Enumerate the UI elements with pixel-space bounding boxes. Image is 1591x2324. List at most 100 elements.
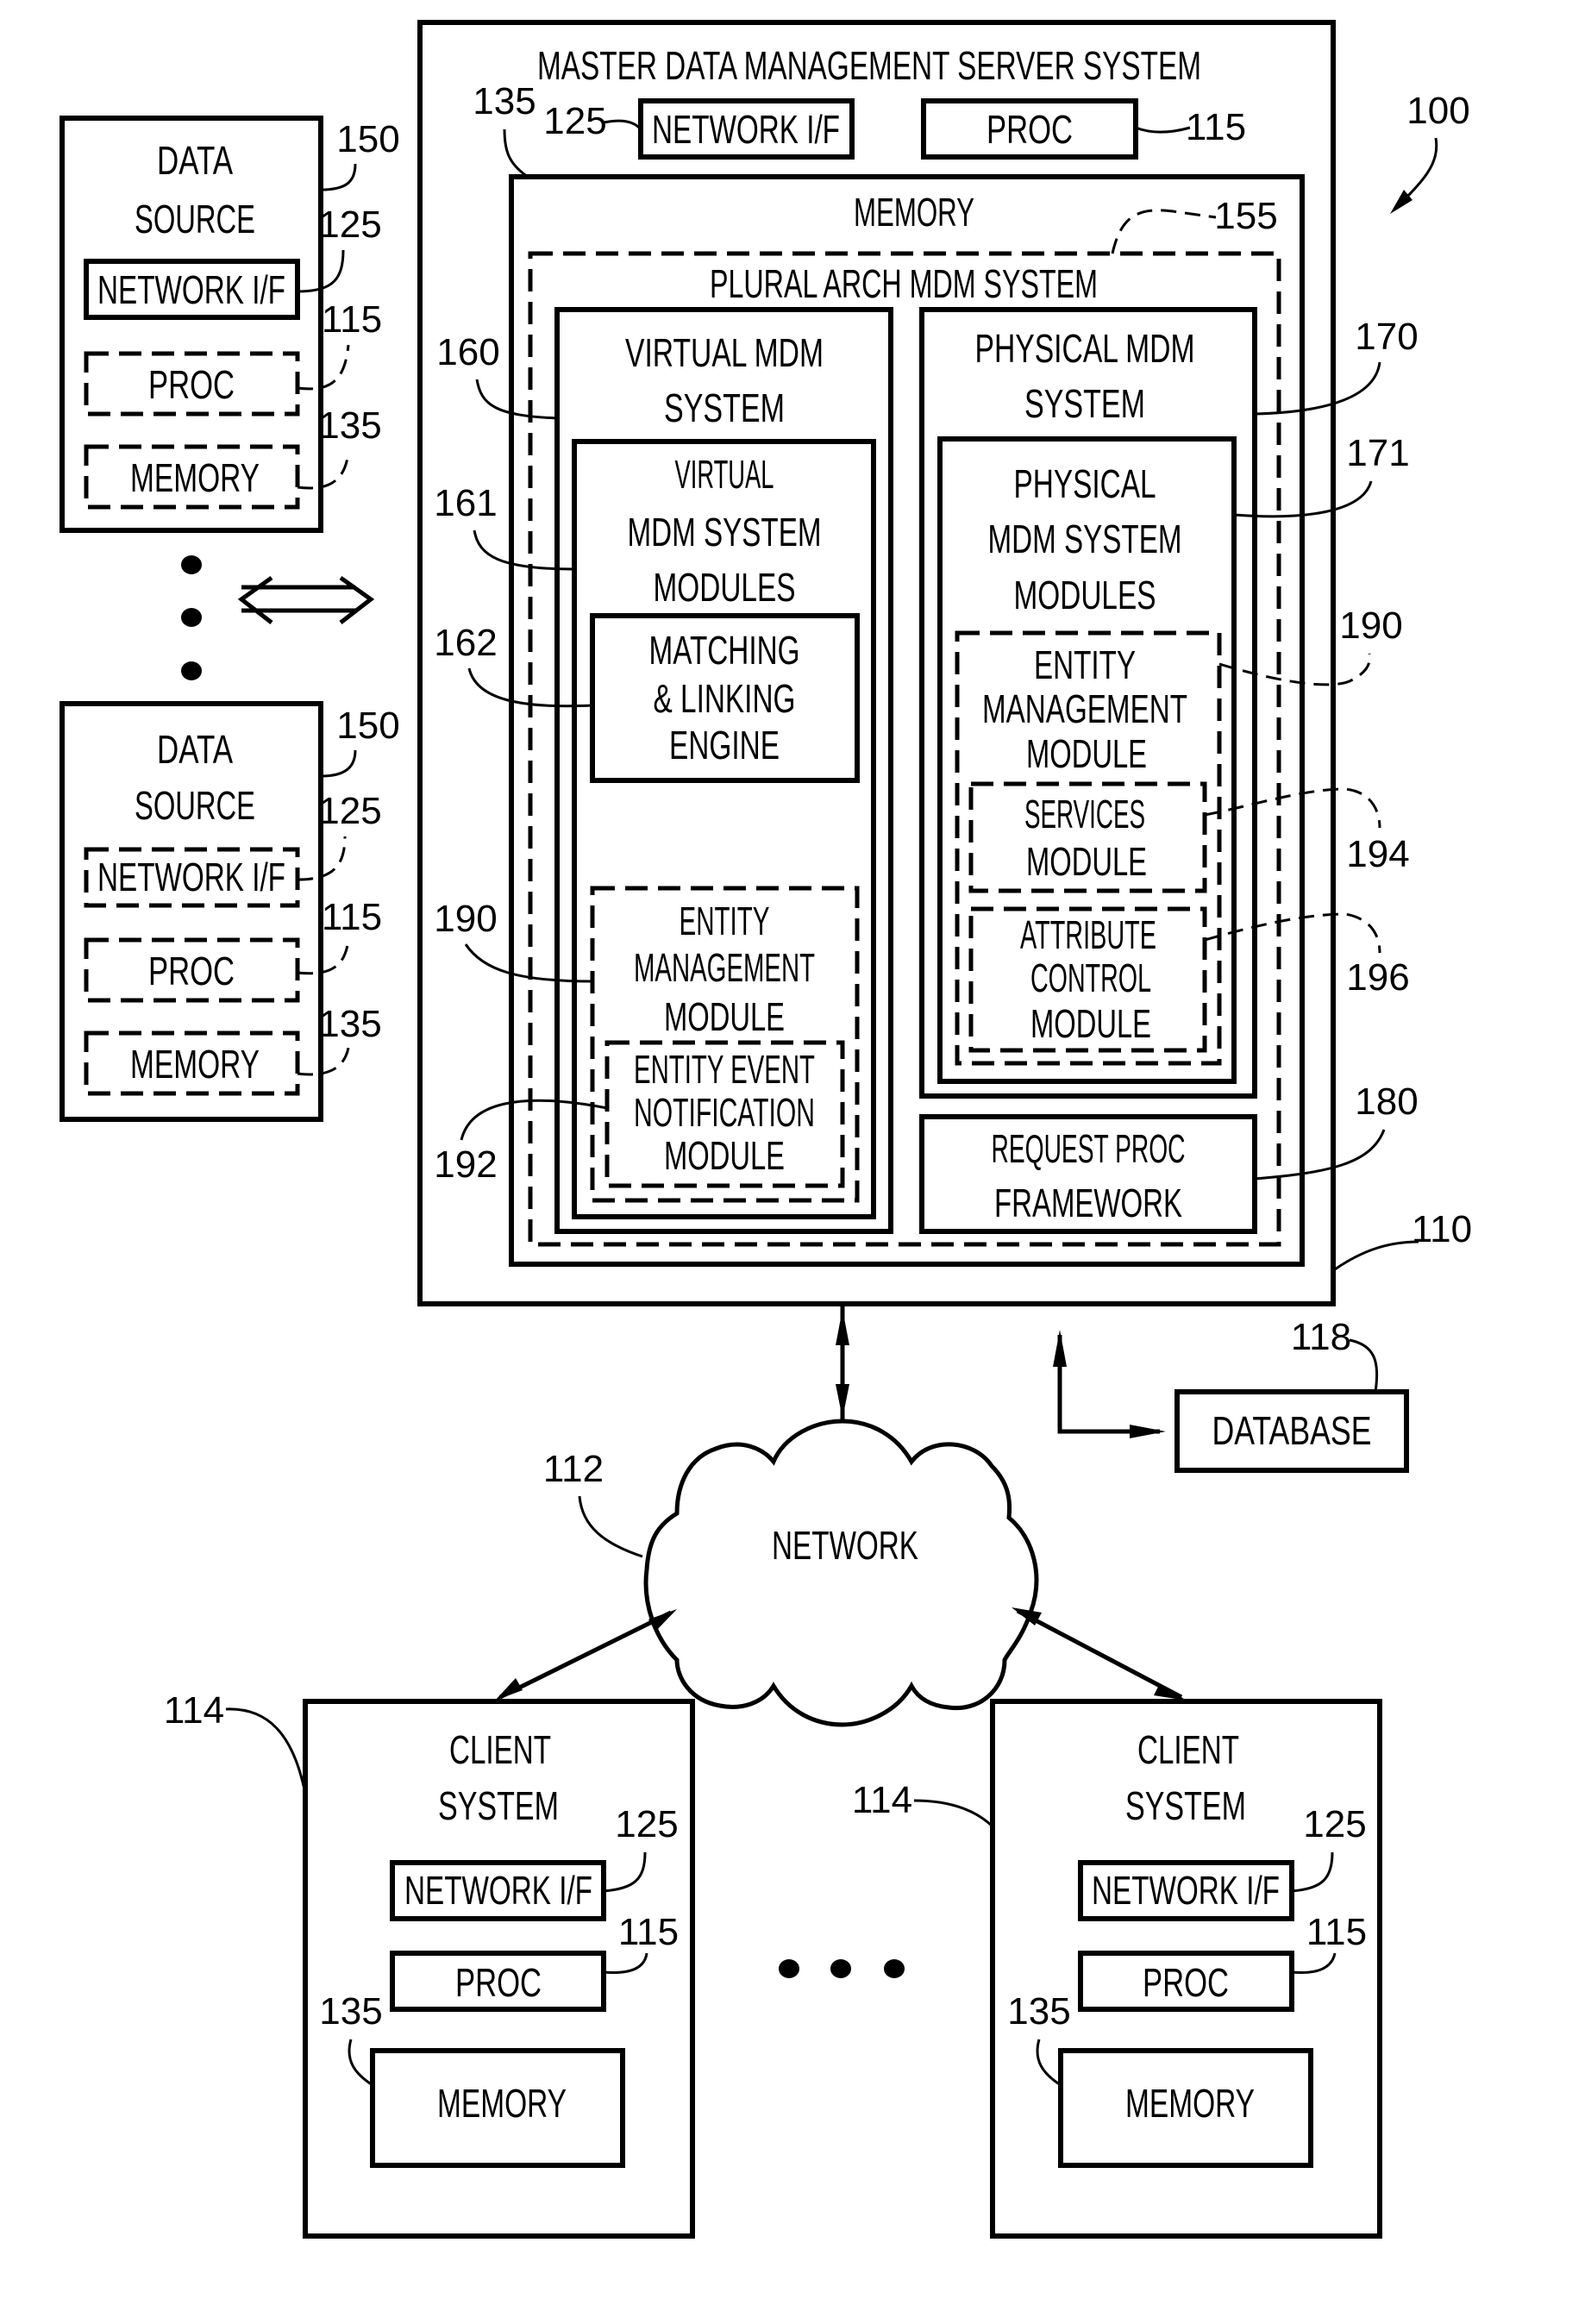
physical-modules-ref: 171 bbox=[1346, 432, 1409, 474]
matching-ref: 162 bbox=[434, 622, 497, 664]
client-system-2: CLIENT SYSTEM 114 NETWORK I/F 125 PROC 1… bbox=[852, 1699, 1382, 2239]
database: DATABASE 118 bbox=[1174, 1316, 1409, 1473]
physical-mdm-ref: 170 bbox=[1355, 316, 1418, 358]
server-memory-label: MEMORY bbox=[854, 190, 974, 235]
arrowhead-up-icon bbox=[836, 1309, 849, 1345]
client-ref-leader bbox=[913, 1799, 994, 1828]
virtual-modules-line-1: VIRTUAL bbox=[675, 452, 774, 497]
physical-modules-line-2: MDM SYSTEM bbox=[988, 517, 1182, 561]
request-proc-line-2: FRAMEWORK bbox=[994, 1181, 1182, 1225]
client-system-1: CLIENT SYSTEM 114 NETWORK I/F 125 PROC 1… bbox=[164, 1689, 695, 2239]
matching-line-3: ENGINE bbox=[669, 723, 780, 767]
network-cloud: NETWORK 112 bbox=[543, 1419, 1039, 1727]
virtual-mdm-line-1: VIRTUAL MDM bbox=[625, 330, 824, 375]
data-source-leader bbox=[320, 163, 357, 191]
server-proc-label: PROC bbox=[987, 107, 1073, 152]
client2-memory-label: MEMORY bbox=[1125, 2081, 1255, 2126]
virtual-modules-line-2: MDM SYSTEM bbox=[628, 510, 822, 554]
data-source-leader bbox=[320, 749, 357, 778]
data-source-ref: 150 bbox=[336, 118, 399, 160]
client2-memory-ref: 135 bbox=[1007, 1990, 1070, 2033]
ds2-proc-label: PROC bbox=[148, 949, 235, 993]
database-leader bbox=[1349, 1338, 1379, 1393]
attribute-line-2: CONTROL bbox=[1030, 955, 1151, 1000]
virtual-modules-line-3: MODULES bbox=[654, 565, 796, 610]
server-memory-ref: 135 bbox=[473, 80, 536, 122]
server-ref-leader bbox=[1334, 1240, 1419, 1271]
client2-network-if-label: NETWORK I/F bbox=[1092, 1868, 1280, 1913]
arrowhead-right-icon bbox=[1130, 1425, 1166, 1438]
database-connector bbox=[1053, 1330, 1166, 1438]
client2-link-line bbox=[1016, 1608, 1183, 1700]
physical-modules-line-3: MODULES bbox=[1014, 573, 1156, 617]
event-notification-line-3: MODULE bbox=[664, 1133, 785, 1178]
client-ellipsis bbox=[779, 1959, 905, 1978]
database-label: DATABASE bbox=[1212, 1408, 1372, 1453]
client-line-1: CLIENT bbox=[449, 1727, 551, 1772]
ds2-network-if-ref: 125 bbox=[318, 790, 381, 832]
arrowhead-up-icon bbox=[1053, 1330, 1067, 1367]
plural-arch-label: PLURAL ARCH MDM SYSTEM bbox=[710, 261, 1098, 306]
virtual-entity-mgmt-line-2: MANAGEMENT bbox=[634, 945, 815, 990]
mdm-system-diagram: 100 MASTER DATA MANAGEMENT SERVER SYSTEM… bbox=[60, 20, 1472, 2239]
event-notification-line-1: ENTITY EVENT bbox=[634, 1047, 815, 1092]
server-network-arrow bbox=[836, 1304, 849, 1421]
matching-line-2: & LINKING bbox=[654, 676, 796, 721]
physical-mdm-line-1: PHYSICAL MDM bbox=[975, 326, 1195, 371]
ds2-memory-label: MEMORY bbox=[130, 1042, 260, 1087]
network-ref: 112 bbox=[543, 1448, 604, 1490]
network-leader bbox=[578, 1495, 643, 1558]
client1-link-line bbox=[498, 1610, 673, 1700]
client1-memory-ref: 135 bbox=[319, 1990, 382, 2033]
services-line-2: MODULE bbox=[1026, 839, 1147, 884]
data-source-line-1: DATA bbox=[157, 138, 233, 183]
client1-proc-label: PROC bbox=[455, 1960, 542, 2005]
ds1-network-if-label: NETWORK I/F bbox=[97, 267, 285, 312]
virtual-entity-mgmt-line-1: ENTITY bbox=[680, 899, 770, 943]
ellipsis-dot bbox=[181, 555, 202, 574]
figure-ref-100: 100 bbox=[1390, 90, 1470, 214]
data-source-line-2: SOURCE bbox=[135, 197, 255, 241]
data-source-2: DATA SOURCE 150 NETWORK I/F 125 PROC 115… bbox=[60, 701, 400, 1122]
ds1-proc-label: PROC bbox=[148, 362, 235, 407]
client-ref: 114 bbox=[852, 1779, 912, 1821]
physical-modules-line-1: PHYSICAL bbox=[1014, 461, 1156, 506]
ds2-proc-ref: 115 bbox=[322, 896, 382, 938]
client1-network-if-label: NETWORK I/F bbox=[404, 1868, 592, 1913]
ellipsis-dot bbox=[884, 1959, 905, 1978]
ellipsis-dot bbox=[181, 608, 202, 627]
virtual-mdm-line-2: SYSTEM bbox=[664, 385, 785, 430]
physical-mdm-system: PHYSICAL MDM SYSTEM 170 PHYSICAL MDM SYS… bbox=[919, 307, 1419, 1099]
virtual-mdm-ref: 160 bbox=[436, 331, 499, 373]
database-ref: 118 bbox=[1291, 1316, 1351, 1358]
server-proc-ref: 115 bbox=[1186, 106, 1246, 148]
attribute-line-3: MODULE bbox=[1030, 1001, 1151, 1046]
data-source-line-2: SOURCE bbox=[135, 783, 255, 828]
client2-proc-label: PROC bbox=[1143, 1960, 1229, 2005]
matching-line-1: MATCHING bbox=[649, 628, 800, 673]
network-label: NETWORK bbox=[772, 1523, 918, 1568]
client2-proc-ref: 115 bbox=[1306, 1911, 1367, 1953]
arrowhead-down-icon bbox=[836, 1384, 849, 1419]
double-arrow-icon bbox=[237, 575, 375, 624]
attribute-ref: 196 bbox=[1346, 956, 1409, 999]
request-proc-ref: 180 bbox=[1355, 1081, 1418, 1123]
server-network-if-ref: 125 bbox=[543, 100, 606, 142]
ellipsis-dot bbox=[779, 1959, 799, 1978]
attribute-line-1: ATTRIBUTE bbox=[1020, 912, 1156, 957]
physical-entity-mgmt-line-1: ENTITY bbox=[1034, 642, 1136, 687]
ellipsis-dot bbox=[181, 661, 202, 680]
services-line-1: SERVICES bbox=[1024, 792, 1145, 836]
bidirectional-arrow-data-sources bbox=[237, 575, 375, 624]
server-network-if-label: NETWORK I/F bbox=[652, 107, 840, 152]
event-notification-line-2: NOTIFICATION bbox=[634, 1090, 815, 1135]
request-proc-line-1: REQUEST PROC bbox=[992, 1126, 1186, 1171]
ds1-network-if-ref: 125 bbox=[318, 204, 381, 246]
data-source-ref: 150 bbox=[336, 705, 399, 747]
client1-memory-label: MEMORY bbox=[437, 2081, 567, 2126]
client-ref: 114 bbox=[164, 1689, 224, 1732]
client-line-1: CLIENT bbox=[1137, 1727, 1239, 1772]
client2-network-if-ref: 125 bbox=[1303, 1803, 1366, 1845]
figure-ref-label: 100 bbox=[1406, 90, 1469, 132]
arrowhead-icon bbox=[495, 1678, 523, 1701]
